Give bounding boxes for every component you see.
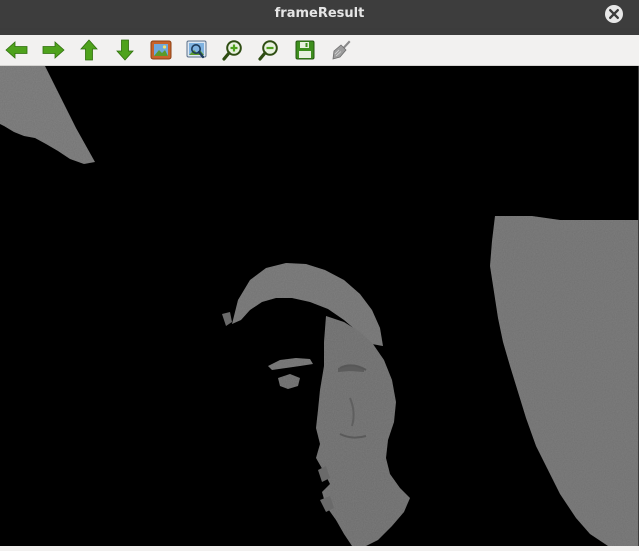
pan-up-button[interactable] xyxy=(76,38,102,62)
image-display[interactable] xyxy=(0,66,638,546)
arrow-left-icon xyxy=(5,41,28,59)
brush-icon xyxy=(332,40,351,60)
image-viewer-window: frameResult xyxy=(0,0,639,551)
pan-left-button[interactable] xyxy=(4,38,30,62)
depth-region-right xyxy=(490,216,638,546)
arrow-right-icon xyxy=(42,41,65,59)
close-icon xyxy=(605,5,623,23)
arrow-down-icon xyxy=(116,39,134,61)
depth-region-eye xyxy=(278,374,300,389)
depth-frame-image xyxy=(0,66,638,546)
zoom-region-button[interactable] xyxy=(184,38,210,62)
zoom-region-icon xyxy=(186,40,207,59)
zoom-out-icon xyxy=(258,40,278,61)
depth-region-fragment-3 xyxy=(222,312,232,326)
properties-button[interactable] xyxy=(328,38,354,62)
window-title: frameResult xyxy=(274,6,365,21)
zoom-out-button[interactable] xyxy=(256,38,282,62)
arrow-up-icon xyxy=(80,39,98,61)
bottom-strip xyxy=(0,546,639,551)
zoom-in-icon xyxy=(222,40,242,61)
zoom-in-button[interactable] xyxy=(220,38,246,62)
depth-region-top-left xyxy=(0,66,95,164)
pan-right-button[interactable] xyxy=(40,38,66,62)
depth-region-face xyxy=(316,316,410,546)
title-bar[interactable]: frameResult xyxy=(0,0,639,28)
save-image-button[interactable] xyxy=(292,38,318,62)
close-button[interactable] xyxy=(604,4,624,24)
depth-region-eyebrow xyxy=(268,358,313,370)
toolbar xyxy=(0,35,639,66)
picture-icon xyxy=(150,40,172,60)
save-icon xyxy=(295,40,315,60)
pan-down-button[interactable] xyxy=(112,38,138,62)
zoom-fit-button[interactable] xyxy=(148,38,174,62)
